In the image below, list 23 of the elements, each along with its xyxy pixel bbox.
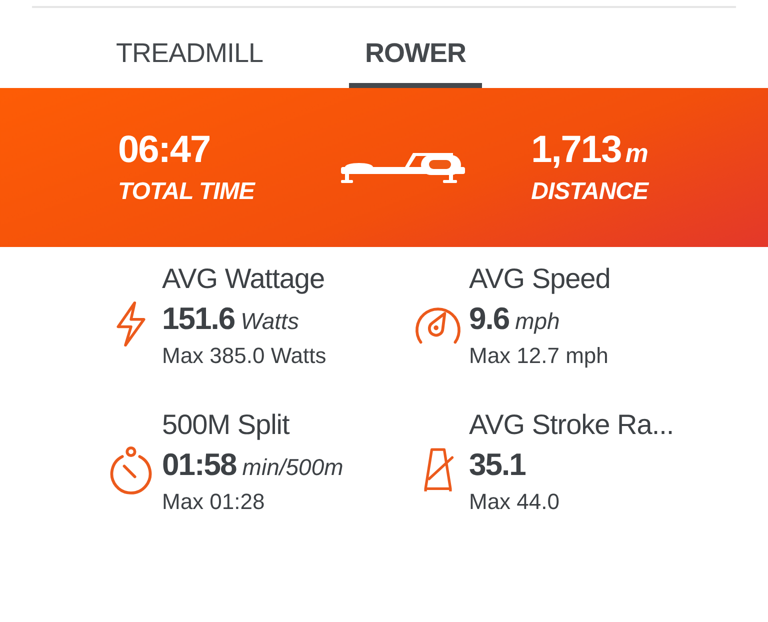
distance-label: DISTANCE [531, 178, 648, 206]
distance-value: 1,713m [531, 129, 648, 172]
metric-title: 500M Split [162, 409, 291, 441]
metric-value: 35.1 [469, 447, 526, 483]
metric-max: Max 12.7 mph [469, 343, 610, 369]
metric-value: 01:58 [162, 447, 236, 483]
distance-unit: m [625, 138, 648, 168]
metronome-icon [422, 446, 454, 494]
metric-max: Max 44.0 [469, 489, 560, 515]
metric-title: AVG Stroke Ra... [469, 409, 674, 441]
metric-unit: Watts [240, 308, 299, 335]
metric-unit: min/500m [242, 454, 344, 481]
metric-value: 151.6 [162, 301, 235, 337]
lightning-icon [114, 301, 148, 347]
metric-title: AVG Speed [469, 263, 610, 295]
metric-max: Max 01:28 [162, 489, 266, 515]
metric-value: 9.6 [469, 301, 510, 337]
total-time-label: TOTAL TIME [118, 178, 254, 206]
tab[interactable]: TREADMILL [100, 30, 280, 88]
total-time-value: 06:47 [118, 129, 212, 172]
metric-title: AVG Wattage [162, 263, 326, 295]
metric-unit: mph [515, 308, 560, 335]
metric-max: Max 385.0 Watts [162, 343, 326, 369]
